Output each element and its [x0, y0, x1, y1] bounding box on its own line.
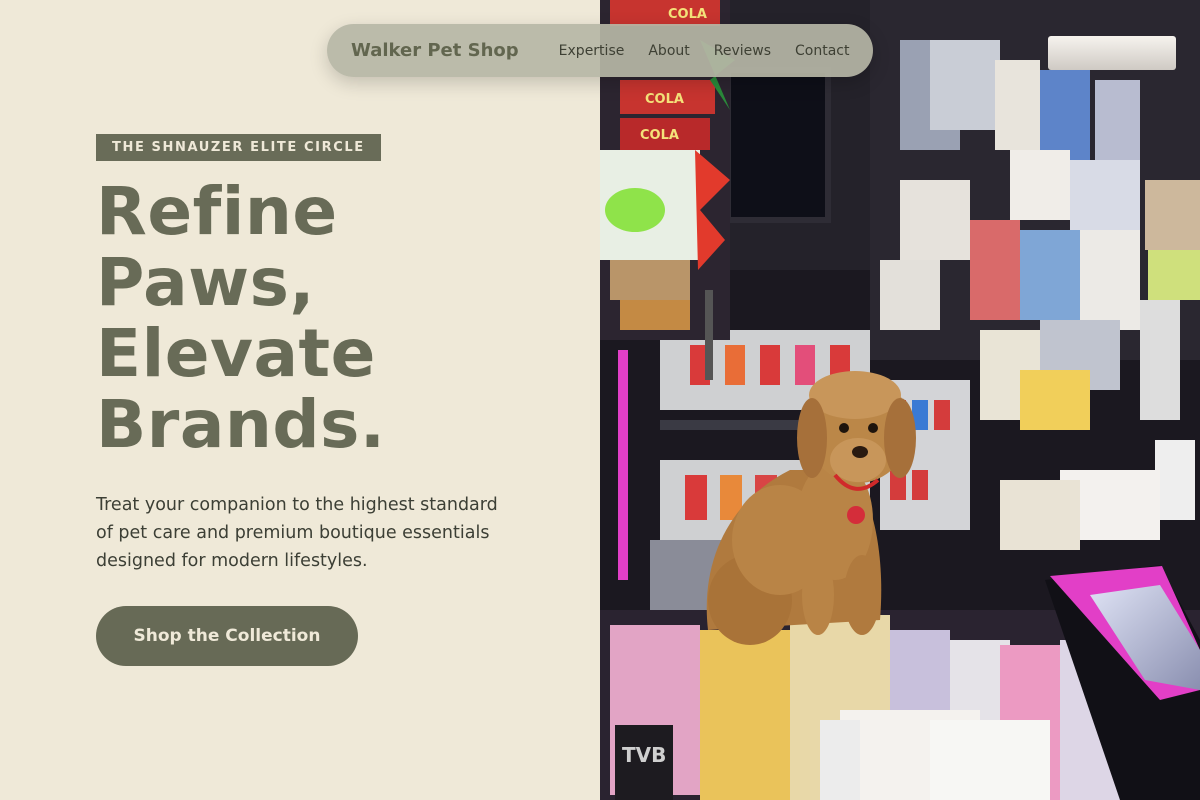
headline-line: Refine — [96, 173, 338, 250]
nav-link-reviews[interactable]: Reviews — [714, 43, 771, 59]
nav-link-contact[interactable]: Contact — [795, 43, 849, 59]
top-navigation: Walker Pet Shop Expertise About Reviews … — [327, 24, 873, 77]
headline-line: Elevate — [96, 315, 376, 392]
headline-line: Paws, — [96, 244, 315, 321]
snack-label: COLA — [640, 128, 679, 143]
snack-label: COLA — [645, 92, 684, 107]
hero-headline: Refine Paws, Elevate Brands. — [96, 176, 566, 460]
hero-photo: COLA COLA COLA TVB — [600, 0, 1200, 800]
ceiling-lamp — [1048, 36, 1176, 70]
hero-subcopy: Treat your companion to the highest stan… — [96, 495, 498, 571]
neon-strip — [618, 350, 628, 580]
shop-photo-illustration: COLA COLA COLA TVB — [600, 0, 1200, 800]
shop-collection-button[interactable]: Shop the Collection — [96, 606, 358, 666]
nav-link-expertise[interactable]: Expertise — [559, 43, 625, 59]
brand-logo-link[interactable]: Walker Pet Shop — [351, 40, 519, 61]
nav-link-about[interactable]: About — [648, 43, 689, 59]
counter-sign: TVB — [622, 743, 666, 767]
landing-page: COLA COLA COLA TVB Walker Pet Shop Exper… — [0, 0, 1200, 800]
headline-line: Brands. — [96, 386, 386, 463]
nav-links: Expertise About Reviews Contact — [559, 43, 850, 59]
snack-label: COLA — [668, 7, 707, 22]
eyebrow-badge: THE SHNAUZER ELITE CIRCLE — [96, 134, 381, 161]
